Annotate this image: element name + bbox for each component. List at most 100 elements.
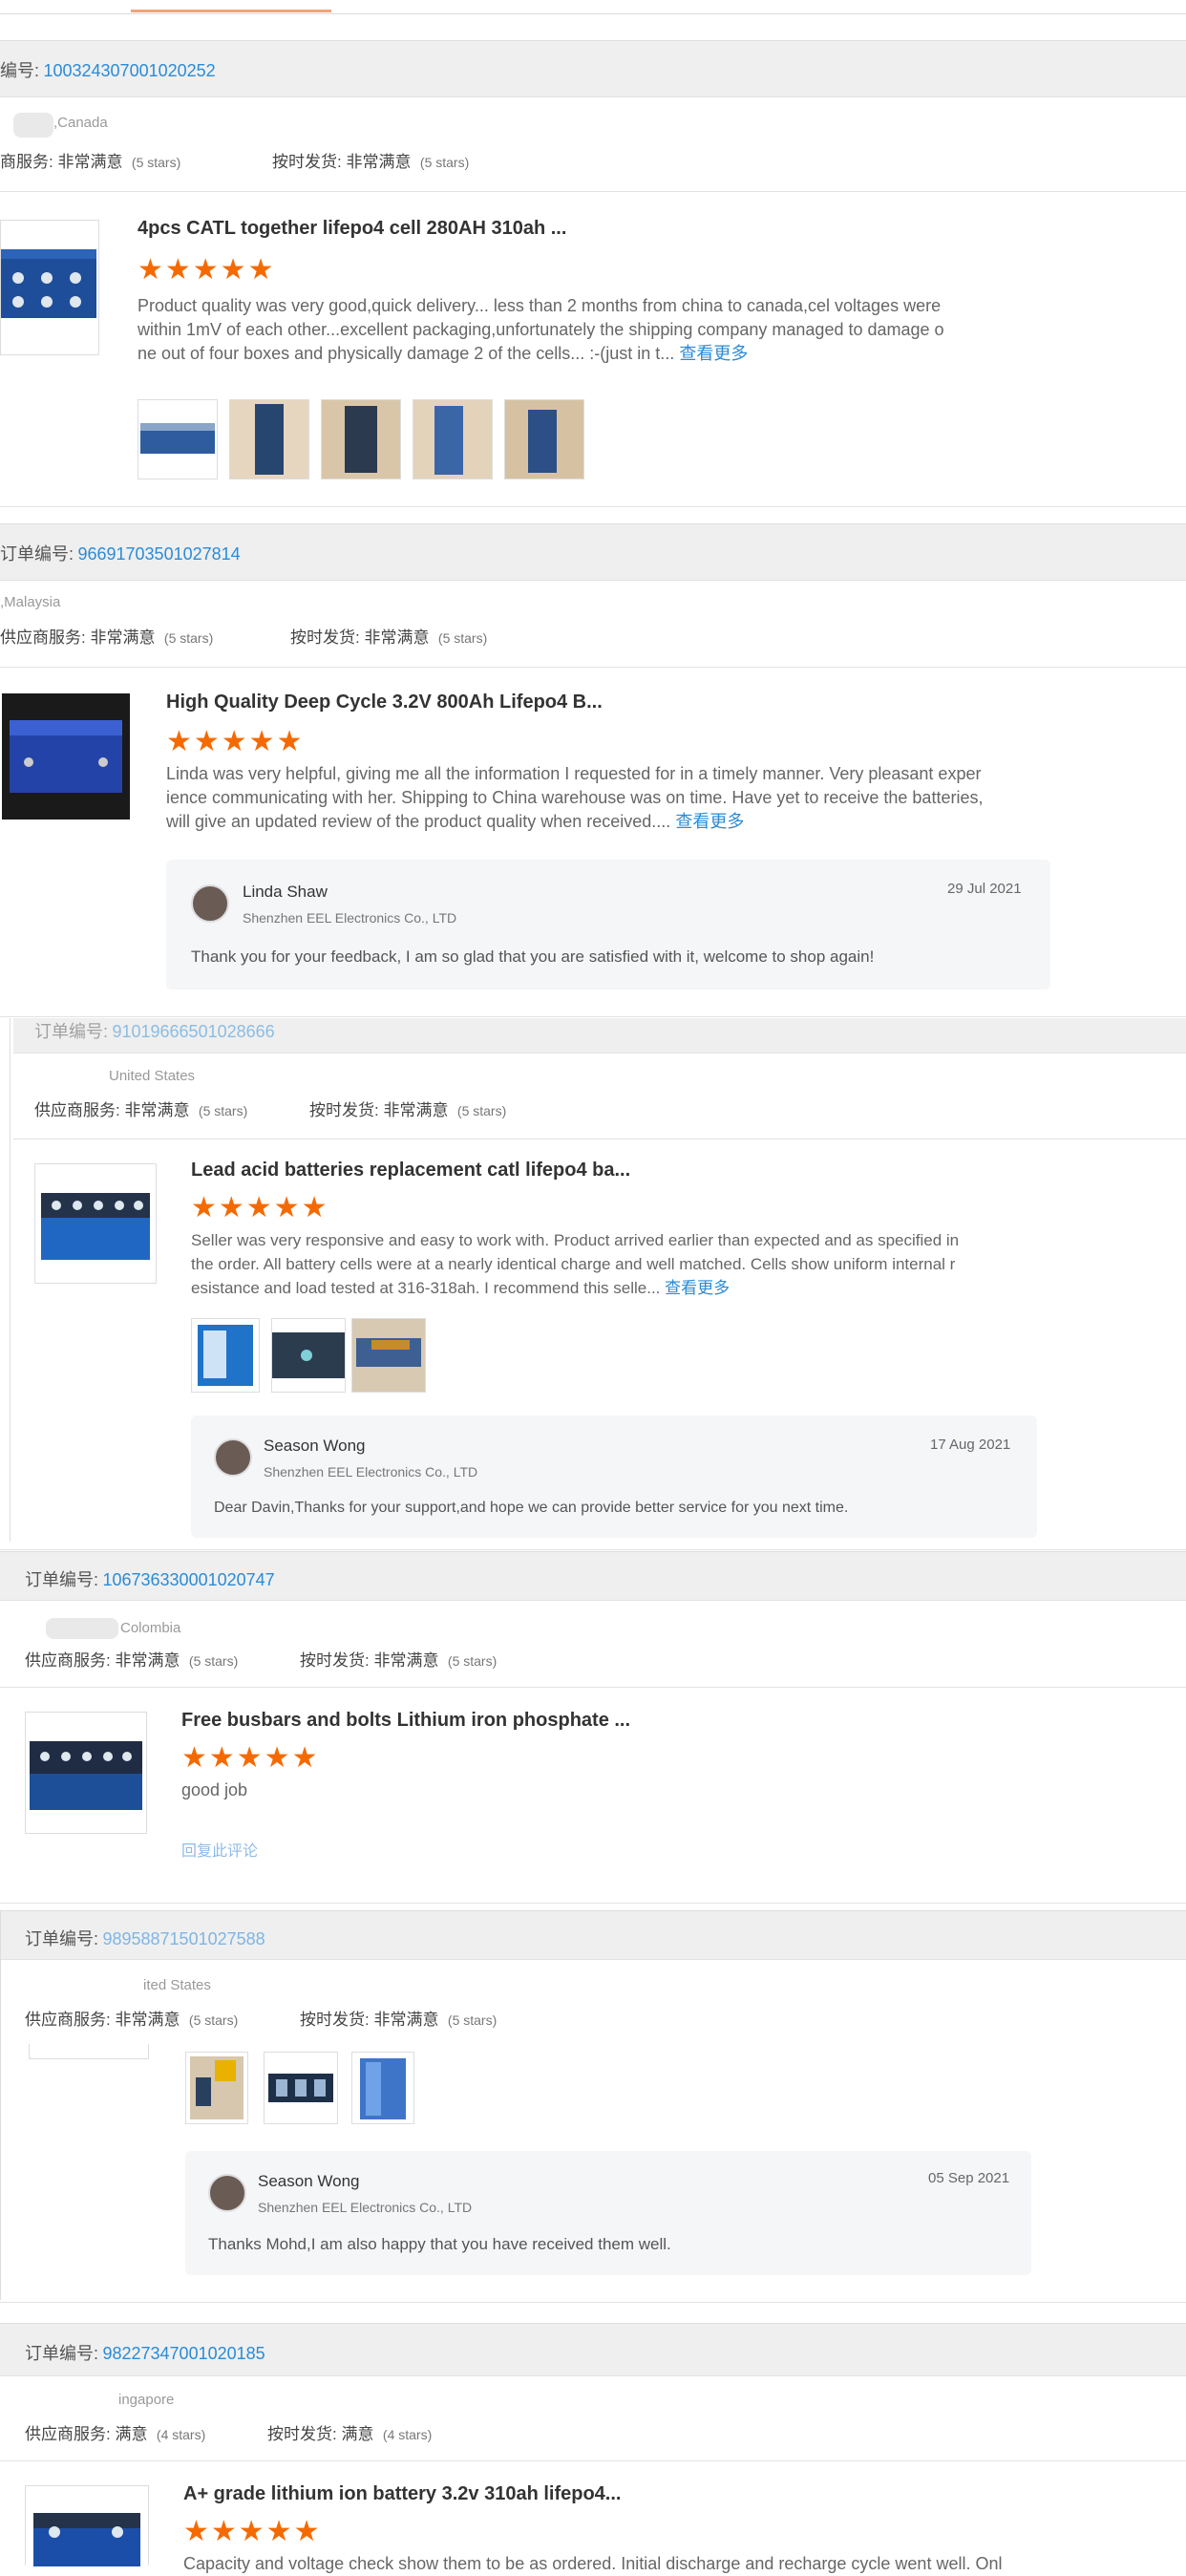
shipping-rating-stars: (5 stars): [447, 1653, 498, 1669]
star-icon: ★★★★★: [166, 726, 305, 757]
review-text: good job: [181, 1780, 248, 1799]
order-number-row: 订单编号: 96691703501027814: [0, 541, 241, 565]
product-title-link[interactable]: Free busbars and bolts Lithium iron phos…: [181, 1710, 630, 1732]
order-label: 编号:: [0, 61, 40, 80]
reply-link[interactable]: 回复此评论: [181, 1838, 258, 1861]
reply-text: Dear Davin,Thanks for your support,and h…: [214, 1500, 849, 1516]
review-photo[interactable]: [191, 1318, 260, 1393]
active-tab-indicator: [131, 10, 331, 12]
supplier-rating-stars: (4 stars): [156, 2427, 206, 2442]
order-label: 订单编号:: [25, 1570, 99, 1589]
shipping-rating-stars: (4 stars): [382, 2427, 433, 2442]
divider: [0, 1903, 1186, 1904]
battery-image: [30, 1741, 142, 1810]
review-photo[interactable]: [504, 399, 584, 479]
supplier-rating-label: 供应商服务:: [25, 2011, 111, 2029]
star-icon: ★★★★★: [181, 1742, 320, 1774]
product-image[interactable]: [2, 693, 130, 820]
order-number-link[interactable]: 106736330001020747: [102, 1570, 274, 1589]
supplier-rating: 供应商服务: 非常满意 (5 stars): [25, 1647, 238, 1671]
order-number-link[interactable]: 100324307001020252: [43, 61, 215, 80]
order-number-link[interactable]: 91019666501028666: [112, 1022, 274, 1041]
buyer-country: ited States: [143, 1977, 211, 1993]
reply-text: Thanks Mohd,I am also happy that you hav…: [208, 2235, 671, 2253]
product-image[interactable]: [25, 2485, 149, 2566]
review-photo[interactable]: [264, 2052, 338, 2124]
review-photo[interactable]: [351, 1318, 426, 1393]
panel-edge: [10, 1018, 11, 1542]
see-more-link[interactable]: 查看更多: [679, 344, 748, 363]
star-icon: ★★★★★: [191, 1192, 329, 1224]
order-number-link[interactable]: 98958871501027588: [102, 1929, 265, 1948]
product-image[interactable]: [25, 1712, 147, 1834]
supplier-rating-value: 非常满意: [90, 628, 156, 647]
order-number-link[interactable]: 98227347001020185: [102, 2344, 265, 2363]
divider: [0, 506, 1186, 507]
review-text: Product quality was very good,quick deli…: [138, 294, 1035, 366]
review-line: Linda was very helpful, giving me all th…: [166, 764, 982, 783]
divider: [0, 667, 1186, 668]
order-number-link[interactable]: 96691703501027814: [77, 544, 240, 564]
supplier-rating: 供应商服务: 满意 (4 stars): [25, 2420, 205, 2444]
product-image[interactable]: [34, 1163, 157, 1284]
review-photo[interactable]: [138, 399, 218, 479]
order-number-row: 订单编号: 106736330001020747: [25, 1566, 275, 1591]
supplier-rating-label: 供应商服务:: [34, 1101, 120, 1119]
review-line: ience communicating with her. Shipping t…: [166, 788, 984, 807]
reply-author: Linda Shaw: [243, 883, 328, 901]
shipping-rating: 按时发货: 非常满意 (5 stars): [272, 148, 469, 172]
review-photo[interactable]: [351, 2052, 414, 2124]
shipping-rating: 按时发货: 非常满意 (5 stars): [300, 2006, 497, 2030]
product-title-link[interactable]: High Quality Deep Cycle 3.2V 800Ah Lifep…: [166, 692, 603, 713]
product-title-link[interactable]: Lead acid batteries replacement catl lif…: [191, 1160, 630, 1182]
shipping-rating: 按时发货: 满意 (4 stars): [267, 2420, 432, 2444]
review-text: Capacity and voltage check show them to …: [183, 2554, 1003, 2573]
review-photo[interactable]: [185, 2052, 248, 2124]
supplier-rating-value: 满意: [115, 2425, 148, 2443]
product-title-link[interactable]: 4pcs CATL together lifepo4 cell 280AH 31…: [138, 218, 566, 240]
buyer-name-blurred: [46, 1618, 118, 1639]
review-photo[interactable]: [271, 1318, 346, 1393]
shipping-rating-stars: (5 stars): [437, 630, 488, 646]
reply-author: Season Wong: [264, 1437, 366, 1455]
supplier-rating-stars: (5 stars): [188, 2012, 239, 2028]
divider: [0, 1549, 1186, 1550]
battery-image: [33, 2513, 140, 2566]
reply-company: Shenzhen EEL Electronics Co., LTD: [258, 2200, 473, 2215]
supplier-rating: 供应商服务: 非常满意 (5 stars): [0, 624, 213, 648]
shipping-rating-stars: (5 stars): [456, 1103, 507, 1118]
order-number-row: 订单编号: 91019666501028666: [34, 1018, 275, 1043]
reply-company: Shenzhen EEL Electronics Co., LTD: [264, 1464, 478, 1480]
shipping-rating-label: 按时发货:: [267, 2425, 337, 2443]
product-title-link[interactable]: A+ grade lithium ion battery 3.2v 310ah …: [183, 2483, 621, 2505]
see-more-link[interactable]: 查看更多: [675, 812, 744, 831]
order-label: 订单编号:: [25, 2344, 99, 2363]
supplier-rating-value: 非常满意: [57, 153, 123, 171]
order-label: 订单编号:: [34, 1022, 109, 1041]
shipping-rating: 按时发货: 非常满意 (5 stars): [290, 624, 487, 648]
order-number-row: 订单编号: 98958871501027588: [25, 1926, 265, 1950]
battery-image: [10, 720, 122, 793]
shipping-rating-value: 非常满意: [364, 628, 430, 647]
star-icon: ★★★★★: [138, 254, 276, 286]
buyer-country: Colombia: [120, 1620, 181, 1636]
review-photo[interactable]: [413, 399, 493, 479]
review-photo[interactable]: [229, 399, 309, 479]
divider: [0, 2302, 1186, 2303]
product-image[interactable]: [0, 220, 99, 355]
supplier-rating-value: 非常满意: [115, 1651, 180, 1670]
order-number-row: 编号: 100324307001020252: [0, 57, 216, 82]
reply-text: Thank you for your feedback, I am so gla…: [191, 947, 875, 966]
product-image[interactable]: [29, 2044, 149, 2059]
see-more-link[interactable]: 查看更多: [665, 1279, 730, 1297]
supplier-rating: 供应商服务: 非常满意 (5 stars): [34, 1096, 247, 1120]
supplier-rating: 供应商服务: 非常满意 (5 stars): [25, 2006, 238, 2030]
buyer-country: United States: [109, 1068, 196, 1084]
review-line: esistance and load tested at 316-318ah. …: [191, 1279, 661, 1297]
supplier-rating-label: 供应商服务:: [25, 2425, 111, 2443]
panel-edge: [0, 1910, 1, 2300]
shipping-rating-stars: (5 stars): [447, 2012, 498, 2028]
review-photo[interactable]: [321, 399, 401, 479]
shipping-rating: 按时发货: 非常满意 (5 stars): [309, 1096, 506, 1120]
divider: [0, 191, 1186, 192]
